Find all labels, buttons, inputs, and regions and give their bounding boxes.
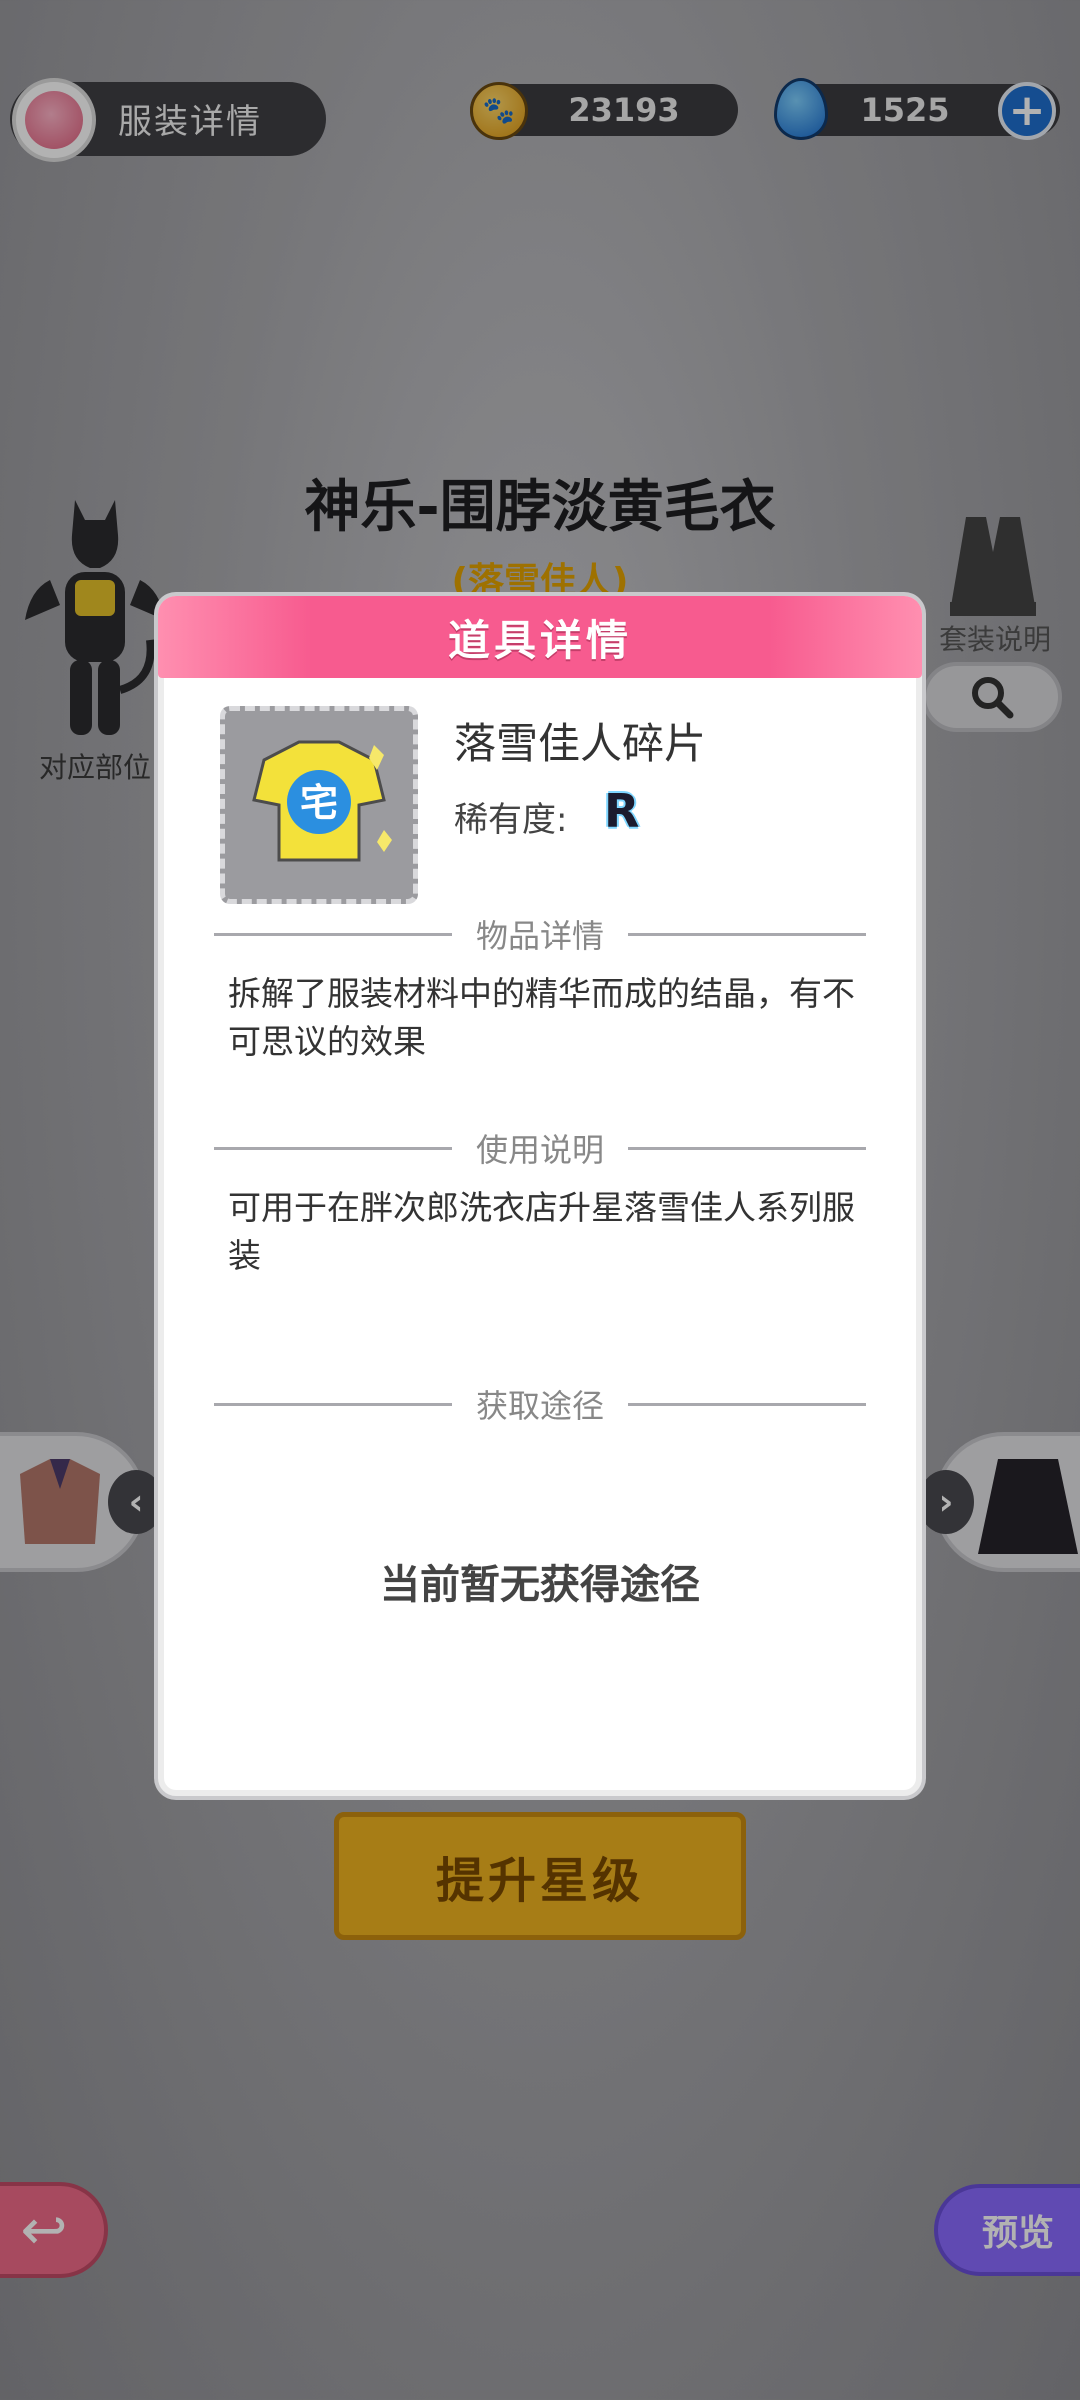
modal-title: 道具详情 <box>447 615 632 665</box>
item-name: 落雪佳人碎片 <box>454 719 707 768</box>
divider <box>628 1402 867 1406</box>
divider <box>628 932 867 936</box>
rarity-label: 稀有度: <box>454 800 568 840</box>
divider <box>214 1146 452 1150</box>
source-heading: 获取途径 <box>214 1384 867 1425</box>
shirt-fragment-icon: 宅 <box>252 740 392 862</box>
source-text: 当前暂无获得途径 <box>380 1562 700 1608</box>
usage-heading: 使用说明 <box>214 1128 867 1169</box>
divider <box>214 932 452 936</box>
svg-text:宅: 宅 <box>300 781 338 825</box>
details-text: 拆解了服装材料中的精华而成的结晶，有不可思议的效果 <box>228 974 855 1061</box>
modal-header: 道具详情 <box>158 596 922 678</box>
item-thumbnail: 宅 <box>220 706 418 904</box>
divider <box>628 1146 867 1150</box>
divider <box>214 1402 452 1406</box>
usage-text: 可用于在胖次郎洗衣店升星落雪佳人系列服装 <box>228 1188 855 1275</box>
rarity-badge: R <box>604 784 640 838</box>
item-detail-modal: 道具详情 宅 落雪佳人碎片 稀有度: R 物品详情 拆解了服装材料中的精华而成的… <box>158 596 922 1796</box>
source-heading-label: 获取途径 <box>476 1387 605 1425</box>
details-heading-label: 物品详情 <box>476 917 605 955</box>
usage-heading-label: 使用说明 <box>476 1131 605 1169</box>
details-heading: 物品详情 <box>214 914 867 955</box>
